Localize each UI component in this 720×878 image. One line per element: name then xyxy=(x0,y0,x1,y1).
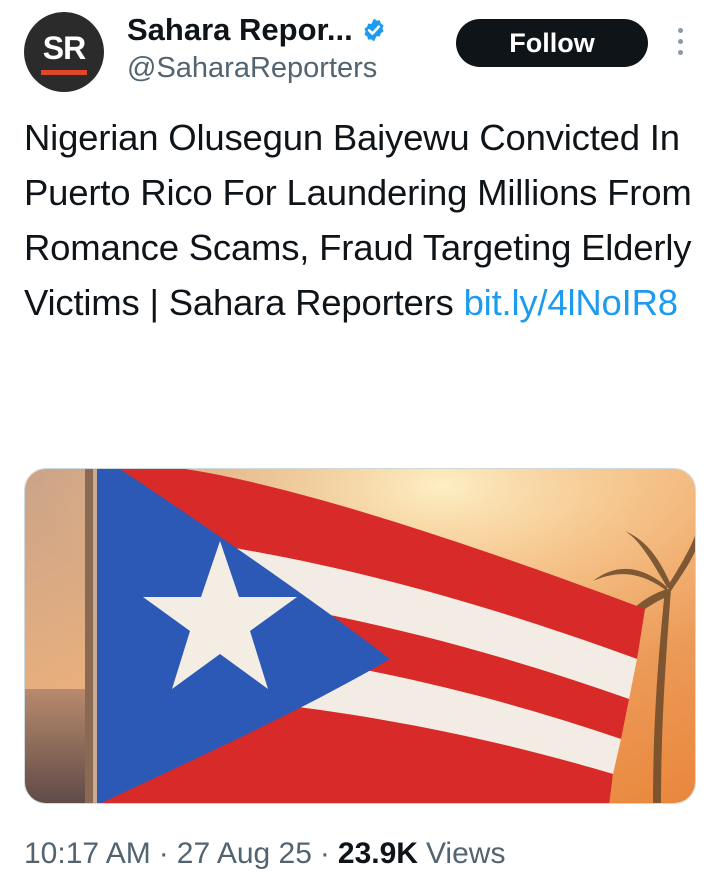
author-handle[interactable]: @SaharaReporters xyxy=(127,52,377,85)
tweet-media-image[interactable] xyxy=(24,468,696,804)
verified-badge-icon xyxy=(361,17,387,43)
tweet-header: SR Sahara Repor... @SaharaReporters Foll… xyxy=(0,0,720,100)
puerto-rico-flag-image-icon xyxy=(25,469,695,803)
tweet-time[interactable]: 10:17 AM xyxy=(24,837,151,871)
follow-button[interactable]: Follow xyxy=(456,19,648,67)
views-label: Views xyxy=(425,837,506,870)
tweet-text: Nigerian Olusegun Baiyewu Convicted In P… xyxy=(24,110,696,330)
more-options-icon[interactable] xyxy=(672,28,688,62)
avatar[interactable]: SR xyxy=(24,12,104,92)
tweet-link[interactable]: bit.ly/4lNoIR8 xyxy=(464,282,678,323)
tweet-meta: 10:17 AM · 27 Aug 25 · 23.9K Views xyxy=(24,832,505,876)
tweet-date[interactable]: 27 Aug 25 xyxy=(177,837,312,871)
avatar-logo-bar xyxy=(41,70,87,75)
author-name-row: Sahara Repor... xyxy=(127,10,387,50)
author-display-name[interactable]: Sahara Repor... xyxy=(127,12,353,48)
meta-separator: · xyxy=(158,837,169,870)
views-count: 23.9K xyxy=(337,837,418,870)
meta-separator: · xyxy=(319,837,330,870)
avatar-logo-text: SR xyxy=(42,30,86,66)
